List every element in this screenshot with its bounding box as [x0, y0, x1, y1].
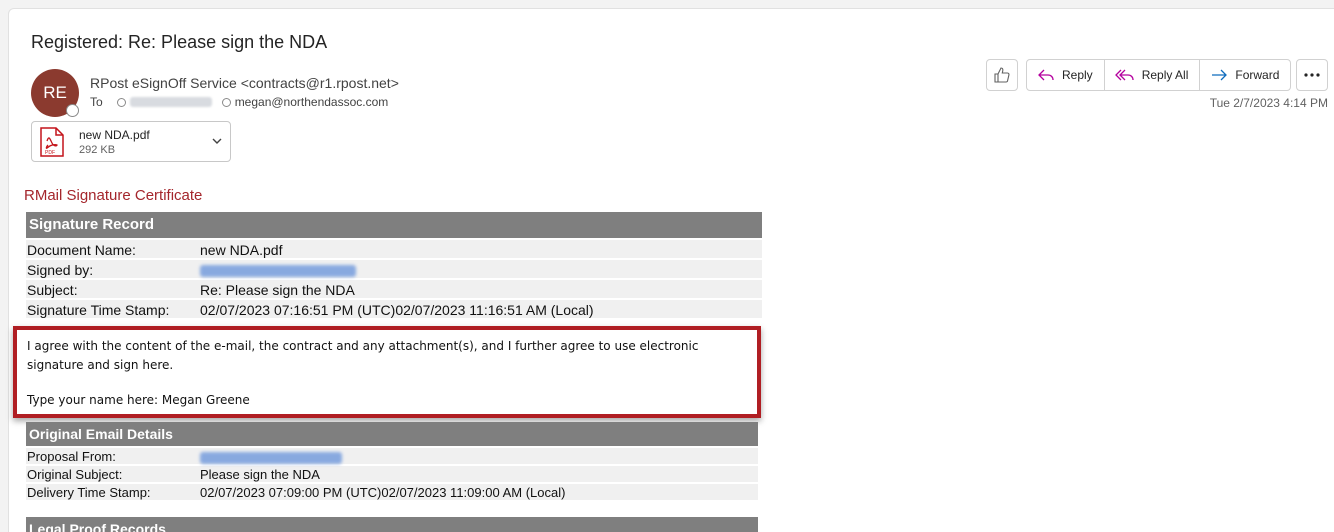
- signature-record-table: Signature Record Document Name: new NDA.…: [26, 212, 762, 318]
- forward-button[interactable]: Forward: [1200, 60, 1290, 90]
- attachment-name: new NDA.pdf: [79, 128, 150, 142]
- original-email-table: Original Email Details Proposal From: Or…: [26, 422, 758, 500]
- row-key: Document Name:: [27, 242, 136, 258]
- thumbs-up-icon: [994, 67, 1010, 83]
- to-label: To: [90, 95, 103, 109]
- signature-record-heading: Signature Record: [26, 212, 762, 238]
- row-key: Subject:: [27, 282, 78, 298]
- agreement-text: I agree with the content of the e-mail, …: [27, 339, 699, 372]
- table-row: Document Name: new NDA.pdf: [26, 238, 762, 258]
- row-key: Signature Time Stamp:: [27, 302, 170, 318]
- recipients-line: To megan@northendassoc.com: [90, 95, 388, 109]
- row-value: [200, 260, 762, 278]
- redacted-recipient[interactable]: [129, 97, 212, 107]
- row-key: Delivery Time Stamp:: [27, 485, 151, 500]
- row-key: Proposal From:: [27, 449, 116, 464]
- table-row: Delivery Time Stamp: 02/07/2023 07:09:00…: [26, 482, 758, 500]
- table-row: Subject: Re: Please sign the NDA: [26, 278, 762, 298]
- reply-all-button[interactable]: Reply All: [1105, 60, 1201, 90]
- more-icon: [1304, 73, 1320, 77]
- chevron-down-icon[interactable]: [210, 134, 224, 148]
- row-key: Original Subject:: [27, 467, 123, 482]
- recipient-email[interactable]: megan@northendassoc.com: [235, 95, 389, 109]
- presence-status-icon: [66, 104, 79, 117]
- row-value: 02/07/2023 07:16:51 PM (UTC)02/07/2023 1…: [200, 302, 594, 318]
- redacted-signer-email[interactable]: [200, 265, 356, 278]
- recipient-presence-icon: [116, 97, 126, 107]
- attachment-card[interactable]: PDF new NDA.pdf 292 KB: [31, 121, 231, 162]
- email-subject: Registered: Re: Please sign the NDA: [31, 32, 328, 52]
- redacted-sender-email[interactable]: [200, 451, 342, 464]
- table-row: Signature Time Stamp: 02/07/2023 07:16:5…: [26, 298, 762, 318]
- reply-all-label: Reply All: [1141, 68, 1189, 82]
- table-row: Proposal From:: [26, 446, 758, 464]
- row-value: 02/07/2023 07:09:00 PM (UTC)02/07/2023 1…: [200, 485, 566, 500]
- sender-line[interactable]: RPost eSignOff Service <contracts@r1.rpo…: [90, 75, 399, 91]
- original-email-heading: Original Email Details: [26, 422, 758, 446]
- forward-icon: [1212, 69, 1228, 81]
- reply-actions: Reply Reply All Forward: [1026, 59, 1292, 91]
- row-value: Re: Please sign the NDA: [200, 282, 355, 298]
- forward-label: Forward: [1235, 68, 1280, 82]
- reply-icon: [1038, 69, 1054, 81]
- typed-signature: Type your name here: Megan Greene: [27, 393, 250, 407]
- pdf-icon: PDF: [40, 127, 64, 157]
- table-row: Signed by:: [26, 258, 762, 278]
- more-actions-button[interactable]: [1296, 59, 1328, 91]
- row-value: [200, 448, 758, 464]
- received-timestamp: Tue 2/7/2023 4:14 PM: [1209, 96, 1328, 110]
- row-key: Signed by:: [27, 262, 94, 278]
- reply-all-icon: [1114, 69, 1134, 81]
- svg-text:PDF: PDF: [45, 150, 55, 156]
- row-value: Please sign the NDA: [200, 467, 320, 482]
- avatar-initials: RE: [43, 83, 67, 102]
- agreement-highlight-box: I agree with the content of the e-mail, …: [13, 326, 761, 418]
- like-button[interactable]: [986, 59, 1018, 91]
- legal-proof-table: Legal Proof Records: [26, 517, 758, 532]
- attachment-size: 292 KB: [79, 144, 116, 156]
- table-row: Original Subject: Please sign the NDA: [26, 464, 758, 482]
- reply-label: Reply: [1062, 68, 1093, 82]
- recipient-presence-icon: [221, 97, 231, 107]
- legal-proof-heading: Legal Proof Records: [26, 517, 758, 532]
- reply-button[interactable]: Reply: [1027, 60, 1105, 90]
- certificate-title: RMail Signature Certificate: [24, 187, 203, 204]
- row-value: new NDA.pdf: [200, 242, 283, 258]
